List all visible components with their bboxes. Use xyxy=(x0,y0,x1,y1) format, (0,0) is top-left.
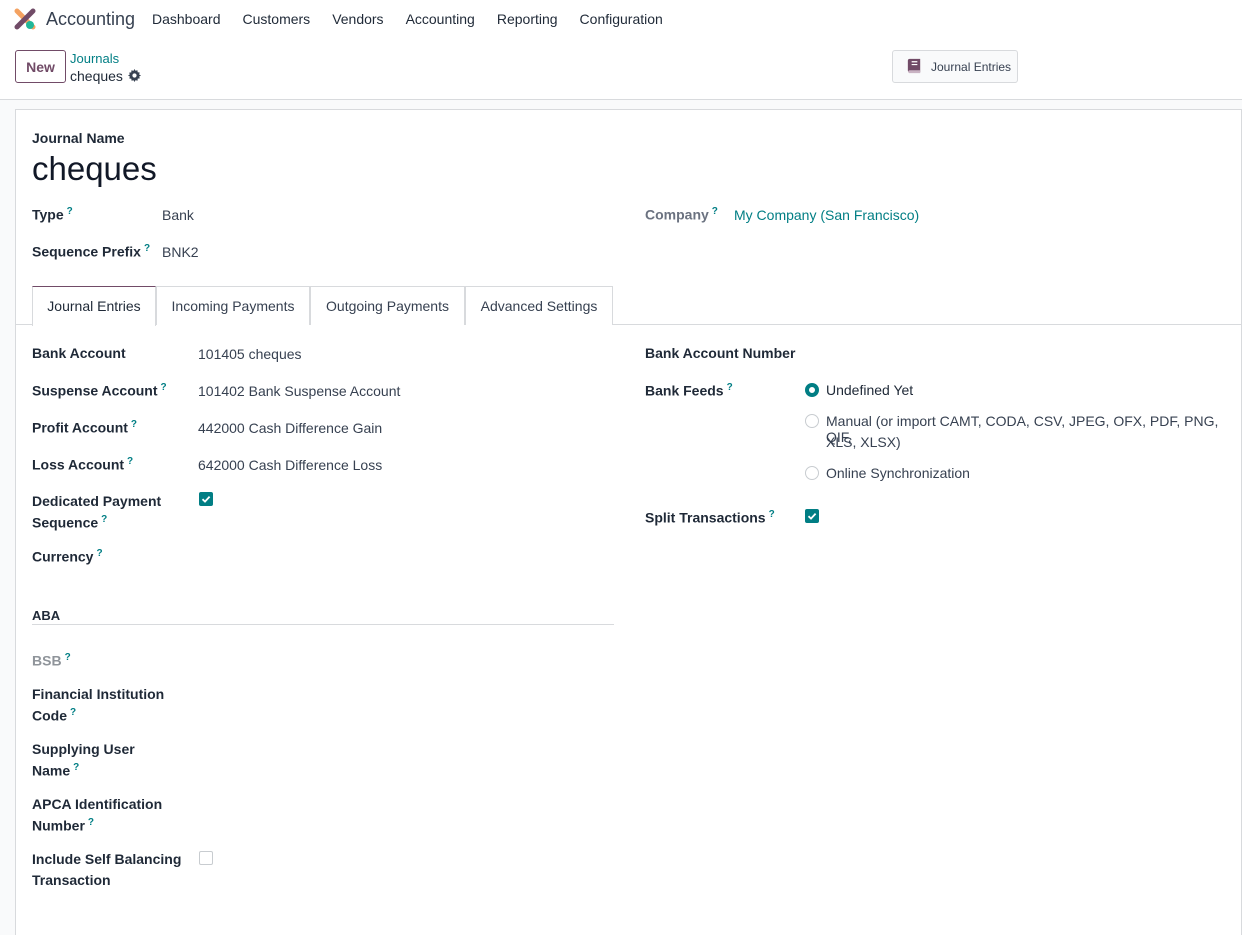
journal-name-field[interactable]: cheques xyxy=(32,150,157,188)
tab-outgoing-payments[interactable]: Outgoing Payments xyxy=(310,286,465,325)
bank-feeds-radio-undefined[interactable] xyxy=(805,383,819,397)
company-field[interactable]: My Company (San Francisco) xyxy=(734,207,919,223)
bank-account-field[interactable]: 101405 cheques xyxy=(198,346,302,362)
dedicated-payment-label-line2: Sequence? xyxy=(32,514,108,531)
check-icon xyxy=(201,495,211,503)
bsb-label: BSB? xyxy=(32,652,71,669)
breadcrumb-current: cheques xyxy=(70,68,123,84)
notebook-tabs: Journal Entries Incoming Payments Outgoi… xyxy=(16,286,1242,326)
form-sheet: Journal Name cheques Type? Bank Sequence… xyxy=(15,109,1242,935)
help-icon[interactable]: ? xyxy=(65,652,71,663)
bank-account-number-label: Bank Account Number xyxy=(645,345,796,361)
self-balancing-label-line1: Include Self Balancing xyxy=(32,851,182,867)
help-icon[interactable]: ? xyxy=(712,206,718,217)
help-icon[interactable]: ? xyxy=(127,456,133,467)
suspense-account-label: Suspense Account? xyxy=(32,382,167,399)
bank-feeds-option-manual-line2[interactable]: XLS, XLSX) xyxy=(826,434,901,450)
menu-reporting[interactable]: Reporting xyxy=(486,0,569,38)
tab-incoming-payments[interactable]: Incoming Payments xyxy=(156,286,310,325)
top-navbar: Accounting Dashboard Customers Vendors A… xyxy=(0,0,1242,38)
gear-icon[interactable] xyxy=(128,69,141,82)
aba-section-header: ABA xyxy=(32,608,61,623)
smart-button-label: Journal Entries xyxy=(931,59,1012,74)
main-menu: Dashboard Customers Vendors Accounting R… xyxy=(141,0,674,38)
section-divider xyxy=(32,624,614,625)
bank-feeds-label: Bank Feeds? xyxy=(645,382,733,399)
journal-name-label: Journal Name xyxy=(32,130,125,146)
menu-dashboard[interactable]: Dashboard xyxy=(141,0,232,38)
profit-account-field[interactable]: 442000 Cash Difference Gain xyxy=(198,420,382,436)
split-transactions-checkbox[interactable] xyxy=(805,509,819,523)
sequence-prefix-label: Sequence Prefix? xyxy=(32,243,151,260)
help-icon[interactable]: ? xyxy=(727,382,733,393)
currency-label: Currency? xyxy=(32,548,103,565)
app-name[interactable]: Accounting xyxy=(46,9,135,30)
bank-feeds-radio-manual[interactable] xyxy=(805,414,819,428)
help-icon[interactable]: ? xyxy=(67,206,73,217)
control-panel: New Journals cheques Journal Entries xyxy=(0,38,1242,100)
help-icon[interactable]: ? xyxy=(73,762,79,773)
loss-account-field[interactable]: 642000 Cash Difference Loss xyxy=(198,457,382,473)
help-icon[interactable]: ? xyxy=(144,243,150,254)
supplying-user-label-line2: Name? xyxy=(32,762,80,779)
split-transactions-label: Split Transactions? xyxy=(645,509,775,526)
menu-accounting[interactable]: Accounting xyxy=(395,0,486,38)
breadcrumb-journals[interactable]: Journals xyxy=(70,51,119,66)
tab-journal-entries[interactable]: Journal Entries xyxy=(32,286,156,326)
type-label: Type? xyxy=(32,206,73,223)
help-icon[interactable]: ? xyxy=(96,548,102,559)
fic-label-line1: Financial Institution xyxy=(32,686,165,702)
menu-configuration[interactable]: Configuration xyxy=(569,0,674,38)
accounting-app-icon[interactable] xyxy=(14,8,36,30)
help-icon[interactable]: ? xyxy=(131,419,137,430)
check-icon xyxy=(807,512,817,520)
dedicated-payment-label-line1: Dedicated Payment xyxy=(32,493,162,509)
sequence-prefix-field[interactable]: BNK2 xyxy=(162,244,199,260)
dedicated-payment-checkbox[interactable] xyxy=(199,492,213,506)
self-balancing-checkbox[interactable] xyxy=(199,851,213,865)
help-icon[interactable]: ? xyxy=(769,509,775,520)
journal-entries-smart-button[interactable]: Journal Entries xyxy=(892,50,1018,83)
self-balancing-label-line2: Transaction xyxy=(32,872,111,888)
apca-label-line1: APCA Identification xyxy=(32,796,163,812)
suspense-account-field[interactable]: 101402 Bank Suspense Account xyxy=(198,383,400,399)
company-label: Company? xyxy=(645,206,718,223)
bank-feeds-radio-online[interactable] xyxy=(805,466,819,480)
tab-advanced-settings[interactable]: Advanced Settings xyxy=(465,286,613,325)
type-field[interactable]: Bank xyxy=(162,207,194,223)
loss-account-label: Loss Account? xyxy=(32,456,134,473)
profit-account-label: Profit Account? xyxy=(32,419,138,436)
apca-label-line2: Number? xyxy=(32,817,95,834)
fic-label-line2: Code? xyxy=(32,707,77,724)
help-icon[interactable]: ? xyxy=(101,514,107,525)
bank-feeds-option-undefined[interactable]: Undefined Yet xyxy=(826,382,913,398)
bank-feeds-option-online[interactable]: Online Synchronization xyxy=(826,465,970,481)
supplying-user-label-line1: Supplying User xyxy=(32,741,135,757)
help-icon[interactable]: ? xyxy=(161,382,167,393)
new-button[interactable]: New xyxy=(15,50,66,83)
menu-vendors[interactable]: Vendors xyxy=(321,0,394,38)
menu-customers[interactable]: Customers xyxy=(232,0,322,38)
book-icon xyxy=(907,58,921,74)
bank-account-label: Bank Account xyxy=(32,345,126,361)
help-icon[interactable]: ? xyxy=(88,817,94,828)
help-icon[interactable]: ? xyxy=(70,707,76,718)
